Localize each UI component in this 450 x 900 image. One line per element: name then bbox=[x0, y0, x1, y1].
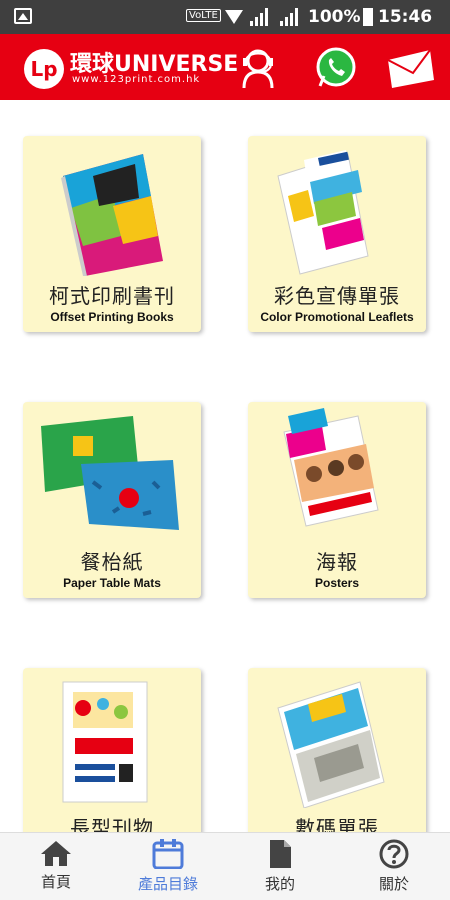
product-card-digital-leaflets[interactable]: 數碼單張 bbox=[248, 668, 426, 832]
customer-service-icon[interactable] bbox=[236, 46, 280, 90]
nav-mine[interactable]: 我的 bbox=[224, 839, 336, 899]
battery-percent: 100% bbox=[308, 7, 361, 27]
product-name-en: Posters bbox=[314, 576, 360, 590]
help-icon bbox=[379, 839, 409, 869]
product-card-posters[interactable]: 海報 Posters bbox=[248, 402, 426, 598]
clock: 15:46 bbox=[378, 7, 433, 27]
signal-icon bbox=[250, 8, 268, 26]
product-name-cn: 柯式印刷書刊 bbox=[49, 284, 175, 308]
nav-label: 首頁 bbox=[40, 873, 71, 891]
nav-home[interactable]: 首頁 bbox=[0, 839, 112, 899]
product-name-cn: 海報 bbox=[316, 550, 358, 574]
product-name-cn: 彩色宣傳單張 bbox=[274, 284, 400, 308]
battery-icon bbox=[363, 8, 373, 26]
color-leaflets-image bbox=[277, 150, 369, 275]
product-card-long-publications[interactable]: 長型刊物 bbox=[23, 668, 201, 832]
product-name-cn: 數碼單張 bbox=[295, 816, 379, 832]
volte-indicator: VoLTE bbox=[186, 9, 221, 22]
nav-label: 產品目錄 bbox=[137, 875, 198, 893]
status-bar: VoLTE 100% 15:46 bbox=[0, 0, 450, 34]
product-card-color-leaflets[interactable]: 彩色宣傳單張 Color Promotional Leaflets bbox=[248, 136, 426, 332]
app-header: Lp 環球UNIVERSE www.123print.com.hk bbox=[0, 34, 450, 100]
brand-url: www.123print.com.hk bbox=[72, 74, 201, 85]
product-name-cn: 長型刊物 bbox=[70, 816, 154, 832]
nav-catalog[interactable]: 產品目錄 bbox=[112, 839, 224, 899]
digital-leaflets-image bbox=[277, 681, 385, 808]
product-card-table-mats[interactable]: 餐枱紙 Paper Table Mats bbox=[23, 402, 201, 598]
document-icon bbox=[270, 840, 291, 868]
nav-label: 關於 bbox=[378, 875, 409, 893]
whatsapp-icon[interactable] bbox=[314, 46, 358, 90]
mail-icon[interactable] bbox=[386, 46, 434, 90]
calendar-icon bbox=[152, 839, 184, 869]
posters-image bbox=[283, 408, 379, 527]
signal-icon bbox=[280, 8, 298, 26]
product-name-en: Offset Printing Books bbox=[50, 310, 174, 324]
product-card-offset-books[interactable]: 柯式印刷書刊 Offset Printing Books bbox=[23, 136, 201, 332]
nav-about[interactable]: 關於 bbox=[338, 839, 450, 899]
home-icon bbox=[41, 841, 71, 866]
product-name-en: Paper Table Mats bbox=[63, 576, 161, 590]
wifi-icon bbox=[225, 10, 243, 24]
product-name-en: Color Promotional Leaflets bbox=[260, 310, 414, 324]
product-name-cn: 餐枱紙 bbox=[80, 550, 144, 574]
product-grid: 柯式印刷書刊 Offset Printing Books 彩色宣傳單張 Colo… bbox=[0, 100, 450, 832]
long-publications-image bbox=[62, 681, 148, 803]
nav-label: 我的 bbox=[264, 875, 295, 893]
offset-books-image bbox=[61, 154, 163, 276]
gallery-icon bbox=[14, 8, 32, 24]
bottom-nav: 首頁 產品目錄 我的 關於 bbox=[0, 832, 450, 900]
logo[interactable]: Lp bbox=[24, 49, 64, 89]
table-mats-image bbox=[41, 416, 179, 530]
